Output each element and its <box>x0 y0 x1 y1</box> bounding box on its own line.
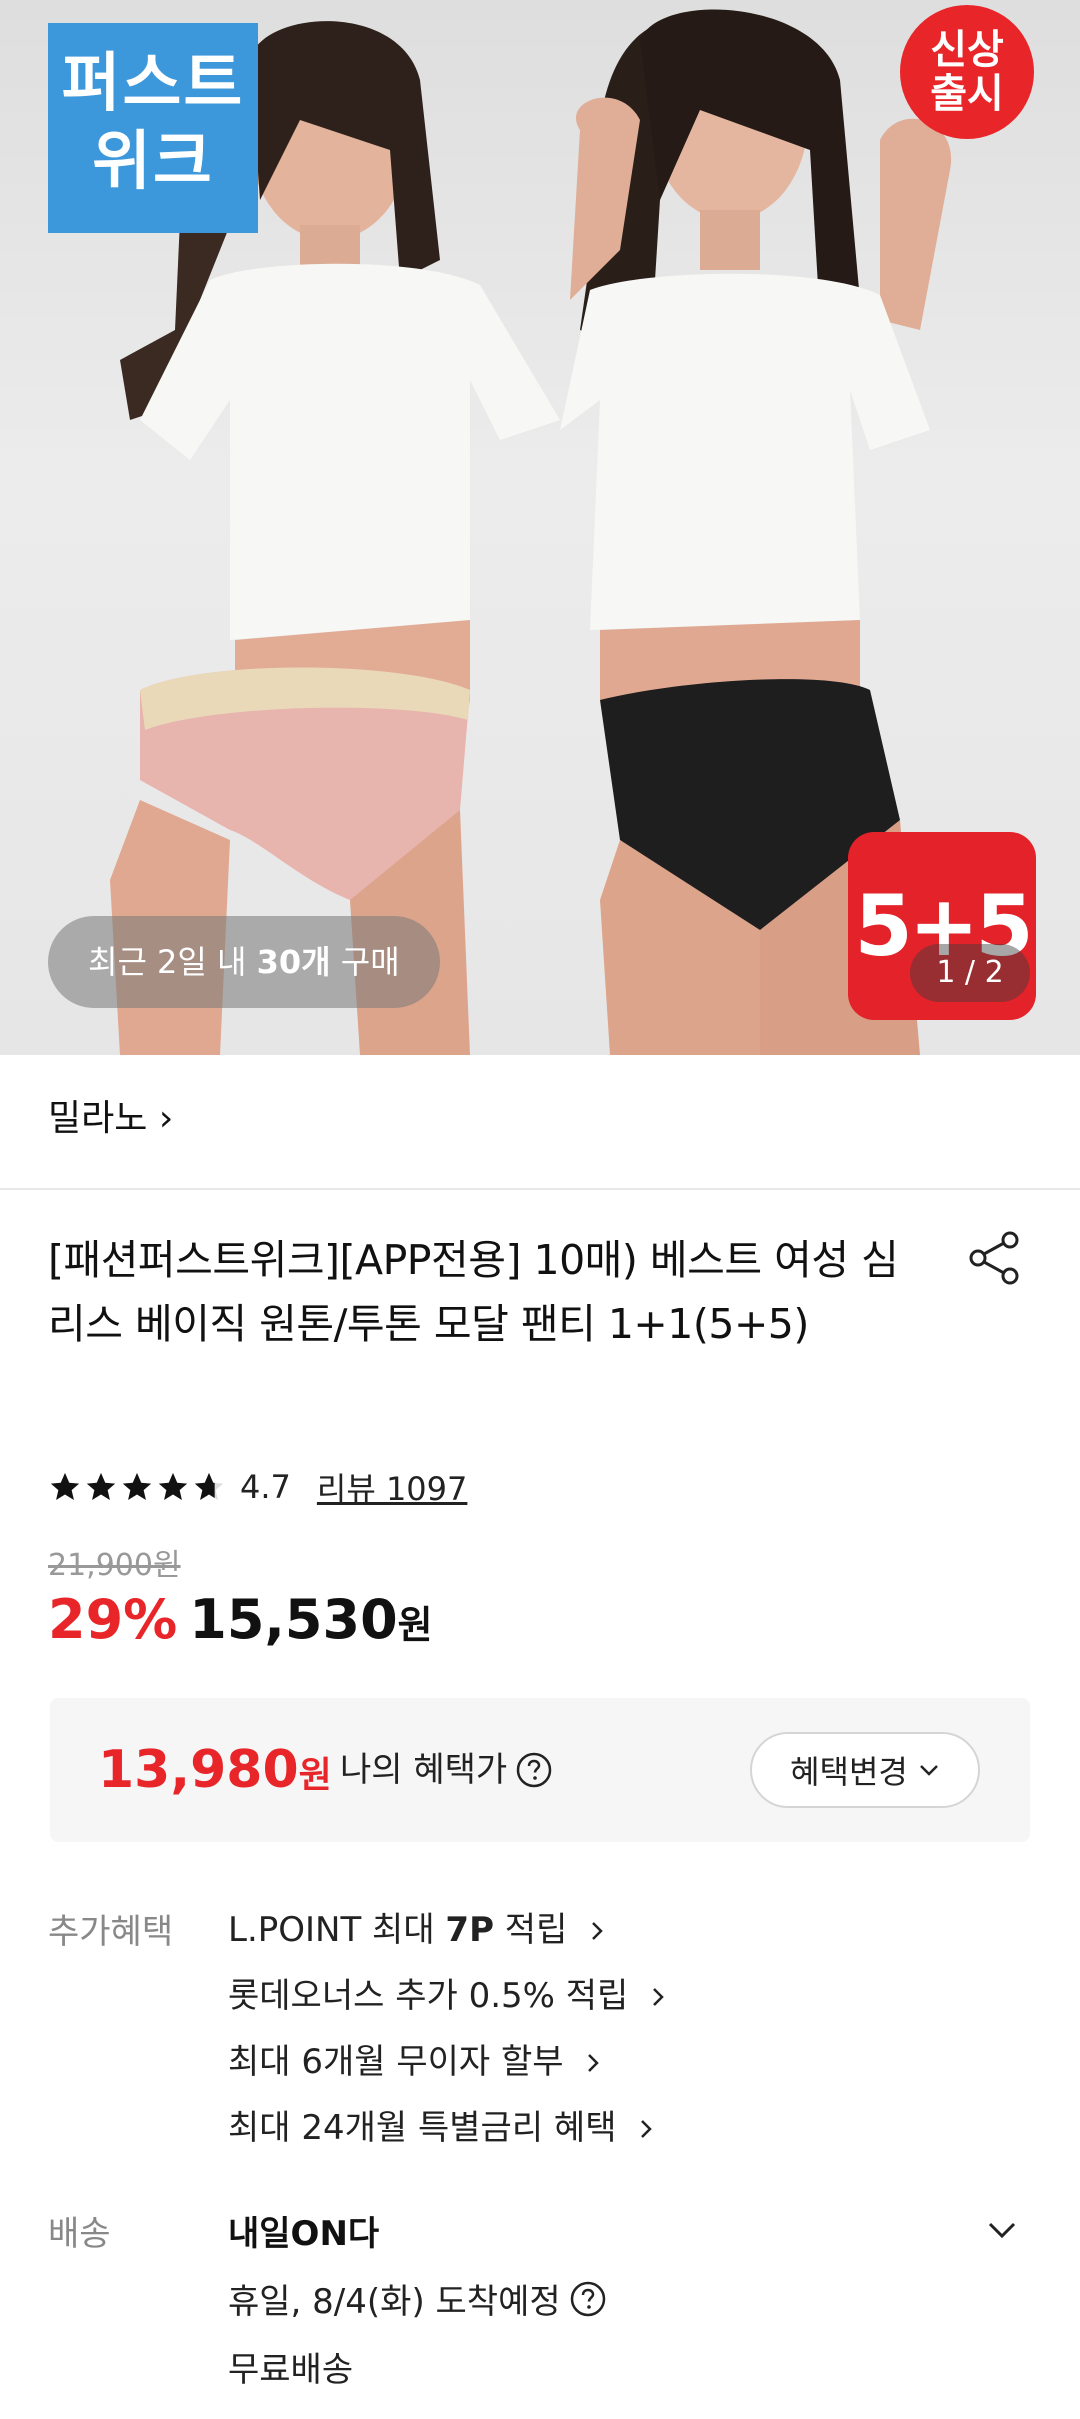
star-rating <box>48 1470 226 1504</box>
rating-row: 4.7 리뷰 1097 <box>48 1462 467 1512</box>
delivery-arrival: 휴일, 8/4(화) 도착예정 <box>228 2274 607 2323</box>
benefit-item-bold: 7P <box>445 1910 494 1950</box>
star-icon <box>158 1472 188 1501</box>
product-image-carousel[interactable]: 퍼스트 위크 신상 출시 5+5 최근 2일 내 30개 구매 1 / 2 <box>0 0 1080 1055</box>
benefit-item-text: 최대 24개월 특별금리 혜택 <box>228 2108 617 2148</box>
share-icon[interactable] <box>964 1228 1024 1288</box>
new-release-badge-line2: 출시 <box>930 71 1004 117</box>
benefit-change-button[interactable]: 혜택변경 <box>750 1732 980 1808</box>
chevron-down-icon[interactable] <box>984 2212 1020 2248</box>
new-release-badge: 신상 출시 <box>900 5 1034 139</box>
benefit-change-label: 혜택변경 <box>790 1753 908 1791</box>
star-icon <box>122 1472 152 1501</box>
star-icon <box>50 1472 80 1501</box>
delivery-label: 배송 <box>48 2214 111 2254</box>
benefit-item-text: 롯데오너스 추가 0.5% 적립 <box>228 1976 629 2016</box>
brand-name: 밀라노 <box>48 1098 148 1139</box>
benefit-price: 13,980원 <box>98 1736 332 1810</box>
benefit-item-text: 최대 6개월 무이자 할부 <box>228 2042 564 2082</box>
discount-rate: 29% <box>48 1588 178 1651</box>
benefit-item-lpoint[interactable]: L.POINT 최대 7P 적립 <box>228 1906 604 1954</box>
sale-price: 15,530 <box>189 1588 398 1651</box>
benefit-item-text: L.POINT 최대 <box>228 1910 446 1950</box>
original-price: 21,900원 <box>48 1548 181 1583</box>
section-divider <box>0 1188 1080 1190</box>
delivery-arrival-text: 휴일, 8/4(화) 도착예정 <box>228 2282 561 2322</box>
new-release-badge-line1: 신상 <box>930 27 1004 73</box>
star-half-icon <box>194 1472 224 1501</box>
review-link[interactable]: 리뷰 1097 <box>317 1464 468 1510</box>
benefit-price-value: 13,980 <box>98 1740 299 1800</box>
help-icon[interactable] <box>515 1751 553 1789</box>
chevron-down-icon <box>919 1765 938 1776</box>
recent-purchase-prefix: 최근 2일 내 <box>88 943 257 981</box>
benefit-item-installment[interactable]: 최대 6개월 무이자 할부 <box>228 2038 600 2086</box>
benefit-item-special-rate[interactable]: 최대 24개월 특별금리 혜택 <box>228 2104 653 2152</box>
sale-price-unit: 원 <box>397 1603 433 1647</box>
benefit-label: 나의 혜택가 <box>340 1742 553 1798</box>
benefit-price-unit: 원 <box>298 1755 332 1796</box>
delivery-title: 내일ON다 <box>228 2214 380 2254</box>
chevron-right-icon <box>653 1988 664 2006</box>
first-week-badge: 퍼스트 위크 <box>48 23 258 233</box>
recent-purchase-suffix: 구매 <box>330 943 400 981</box>
image-pager: 1 / 2 <box>910 944 1030 1002</box>
brand-link[interactable]: 밀라노 › <box>48 1092 173 1146</box>
delivery-shipping: 무료배송 <box>228 2350 354 2390</box>
recent-purchase-count: 30개 <box>256 943 331 981</box>
chevron-right-icon <box>592 1922 603 1940</box>
benefit-label-text: 나의 혜택가 <box>340 1750 508 1790</box>
product-title: [패션퍼스트위크][APP전용] 10매) 베스트 여성 심리스 베이직 원톤/… <box>48 1236 899 1348</box>
rating-value: 4.7 <box>240 1468 291 1506</box>
extra-benefit-label: 추가혜택 <box>48 1912 174 1952</box>
chevron-right-icon <box>641 2120 653 2138</box>
chevron-right-icon <box>588 2054 600 2072</box>
price-row: 29% 15,530 원 <box>48 1588 433 1658</box>
help-icon[interactable] <box>569 2280 607 2318</box>
benefit-item-text: 적립 <box>494 1910 568 1950</box>
first-week-badge-line2: 위크 <box>92 125 214 199</box>
benefit-item-lotte-owners[interactable]: 롯데오너스 추가 0.5% 적립 <box>228 1972 665 2020</box>
first-week-badge-line1: 퍼스트 <box>61 47 245 121</box>
recent-purchase-pill: 최근 2일 내 30개 구매 <box>48 916 440 1008</box>
my-benefit-box: 13,980원 나의 혜택가 혜택변경 <box>50 1698 1030 1842</box>
star-icon <box>86 1472 116 1501</box>
chevron-right-icon: › <box>158 1098 174 1139</box>
